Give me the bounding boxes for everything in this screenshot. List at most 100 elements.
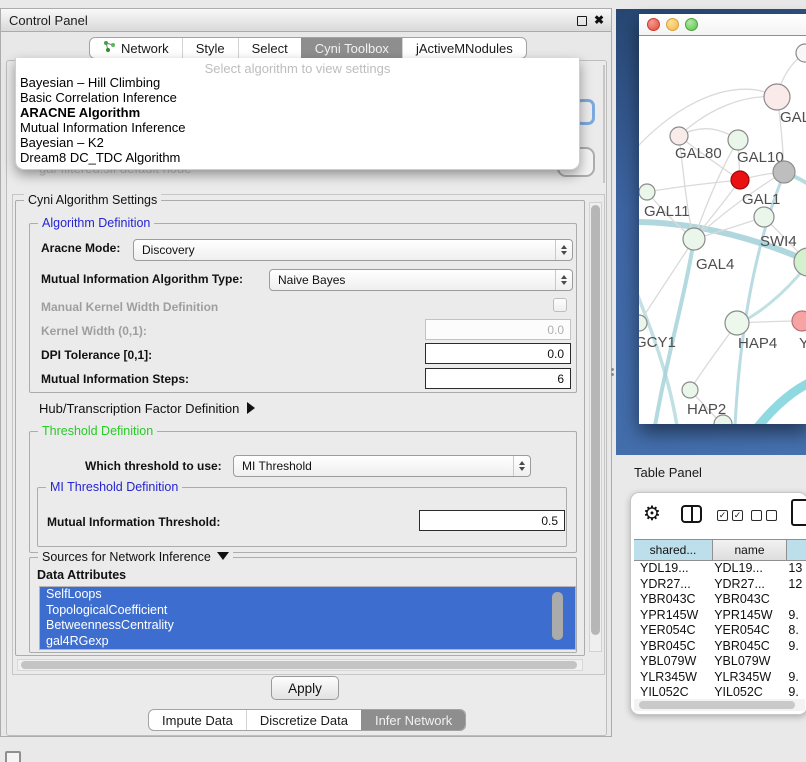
mi-type-combo[interactable]: Naive Bayes	[269, 269, 573, 291]
network-node[interactable]	[773, 161, 795, 183]
table-cell: YDR27...	[708, 577, 782, 593]
close-light-icon[interactable]	[647, 18, 660, 31]
tab-cyni-toolbox[interactable]: Cyni Toolbox	[301, 38, 402, 58]
tab-select[interactable]: Select	[238, 38, 301, 58]
screenshot-stage: Control Panel ✖ NetworkStyleSelectCyni T…	[0, 0, 806, 762]
column-header-a[interactable]: A	[787, 540, 806, 560]
algorithm-option-bayesian-k2[interactable]: Bayesian – K2	[16, 135, 579, 150]
checked-pair-icon[interactable]: ✓✓	[717, 510, 743, 521]
table-cell: YBL079W	[634, 654, 708, 670]
table-row[interactable]: YBR045CYBR045C9.	[634, 639, 806, 655]
mi-steps-field[interactable]: 6	[425, 368, 571, 389]
tab-impute-data[interactable]: Impute Data	[149, 710, 246, 730]
network-edge[interactable]	[639, 244, 691, 323]
algorithm-option-dream8-dc-tdc-algorithm[interactable]: Dream8 DC_TDC Algorithm	[16, 150, 579, 165]
hub-definition-toggle[interactable]: Hub/Transcription Factor Definition	[39, 401, 255, 416]
table-row[interactable]: YDL19...YDL19...13	[634, 561, 806, 577]
network-node-swi4[interactable]	[754, 207, 774, 227]
settings-gear-icon[interactable]: ⚙	[643, 501, 661, 526]
algorithm-option-bayesian-hill-climbing[interactable]: Bayesian – Hill Climbing	[16, 75, 579, 90]
algorithm-option-mutual-information-inference[interactable]: Mutual Information Inference	[16, 120, 579, 135]
table-row[interactable]: YDR27...YDR27...12	[634, 577, 806, 593]
network-node-gal10[interactable]	[728, 130, 748, 150]
dpi-tolerance-field[interactable]: 0.0	[425, 343, 571, 364]
document-icon[interactable]	[791, 499, 806, 526]
attribute-item-gal4rgexp[interactable]: gal4RGexp	[40, 634, 575, 650]
minimize-light-icon[interactable]	[666, 18, 679, 31]
network-node-y[interactable]	[792, 311, 806, 331]
manual-kernel-label: Manual Kernel Width Definition	[41, 300, 218, 314]
column-header-name[interactable]: name	[713, 540, 787, 560]
aracne-mode-combo[interactable]: Discovery	[133, 239, 573, 261]
column-header-shared[interactable]: shared...	[634, 540, 713, 560]
algorithm-dropdown-popup: Select algorithm to view settings Bayesi…	[15, 58, 580, 170]
table-row[interactable]: YBL079WYBL079W	[634, 654, 806, 670]
kernel-width-field[interactable]: 0.0	[425, 319, 571, 340]
kernel-width-label: Kernel Width (0,1):	[41, 324, 147, 338]
data-attributes-list[interactable]: SelfLoopsTopologicalCoefficientBetweenne…	[39, 586, 576, 650]
network-node-gal80[interactable]	[670, 127, 688, 145]
bottom-tabbar: Impute DataDiscretize DataInfer Network	[148, 709, 466, 731]
unchecked-pair-icon[interactable]	[751, 510, 777, 521]
list-scrollbar-thumb[interactable]	[552, 592, 563, 640]
table-cell: YIL052C	[634, 685, 708, 699]
table-cell: YLR345W	[708, 670, 782, 686]
network-node-gal4[interactable]	[683, 228, 705, 250]
mi-threshold-value: 0.5	[541, 514, 558, 528]
table-horizontal-scrollbar[interactable]	[634, 699, 805, 711]
mi-threshold-title: MI Threshold Definition	[46, 480, 182, 494]
network-node-hap2[interactable]	[682, 382, 698, 398]
settings-horizontal-scrollbar[interactable]	[17, 659, 583, 671]
attribute-item-selfloops[interactable]: SelfLoops	[40, 587, 575, 603]
algorithm-option-aracne-algorithm[interactable]: ARACNE Algorithm	[16, 105, 579, 120]
which-threshold-combo[interactable]: MI Threshold	[233, 455, 531, 477]
attribute-item-betweennesscentrality[interactable]: BetweennessCentrality	[40, 618, 575, 634]
network-node[interactable]	[794, 248, 806, 276]
table-row[interactable]: YER054CYER054C8.	[634, 623, 806, 639]
float-icon[interactable]	[577, 16, 587, 26]
manual-kernel-checkbox[interactable]	[553, 298, 567, 312]
mi-type-value: Naive Bayes	[278, 273, 555, 287]
network-edge[interactable]	[757, 374, 806, 424]
table-row[interactable]: YLR345WYLR345W9.	[634, 670, 806, 686]
hidden-groupbox-edge	[603, 65, 605, 183]
tab-jactivemnodules[interactable]: jActiveMNodules	[402, 38, 526, 58]
network-node-gal[interactable]	[764, 84, 790, 110]
table-row[interactable]: YPR145WYPR145W9.	[634, 608, 806, 624]
table-cell: YBR043C	[634, 592, 708, 608]
tab-infer-network[interactable]: Infer Network	[361, 710, 465, 730]
algorithm-option-list: Bayesian – Hill ClimbingBasic Correlatio…	[16, 75, 579, 165]
network-node-gal11[interactable]	[639, 184, 655, 200]
mi-steps-value: 6	[557, 372, 564, 386]
attribute-item-topologicalcoefficient[interactable]: TopologicalCoefficient	[40, 603, 575, 619]
tab-network[interactable]: Network	[90, 38, 182, 58]
threshold-definition-title: Threshold Definition	[38, 424, 157, 438]
table-rows: YDL19...YDL19...13YDR27...YDR27...12YBR0…	[634, 561, 806, 699]
network-node-hap4[interactable]	[725, 311, 749, 335]
node-label-gal11: GAL11	[644, 203, 690, 220]
tab-discretize-data[interactable]: Discretize Data	[246, 710, 361, 730]
tab-style[interactable]: Style	[182, 38, 238, 58]
split-columns-icon[interactable]	[681, 505, 702, 523]
panel-splitter-grip[interactable]	[610, 367, 615, 377]
table-cell: YDL19...	[708, 561, 782, 577]
algorithm-option-basic-correlation-inference[interactable]: Basic Correlation Inference	[16, 90, 579, 105]
node-label-y: Y	[799, 335, 806, 352]
node-label-gal4: GAL4	[696, 256, 734, 273]
network-edge[interactable]	[647, 180, 740, 192]
table-cell: YBL079W	[708, 654, 782, 670]
table-row[interactable]: YIL052CYIL052C9.	[634, 685, 806, 699]
zoom-light-icon[interactable]	[685, 18, 698, 31]
table-cell: YBR045C	[634, 639, 708, 655]
minimized-panel-icon[interactable]	[5, 751, 21, 762]
dpi-tolerance-value: 0.0	[547, 347, 564, 361]
mi-threshold-field[interactable]: 0.5	[419, 510, 565, 531]
aracne-mode-label: Aracne Mode:	[41, 241, 120, 255]
apply-button[interactable]: Apply	[271, 676, 339, 700]
network-node-gal1[interactable]	[731, 171, 749, 189]
settings-vertical-scrollbar[interactable]	[589, 202, 602, 652]
control-panel-title: Control Panel	[9, 13, 88, 28]
close-icon[interactable]: ✖	[594, 13, 604, 27]
table-row[interactable]: YBR043CYBR043C	[634, 592, 806, 608]
network-canvas[interactable]: GALGAL80GAL10GAL1SWI4GAL11GAL4GCY1HAP4YH…	[639, 36, 806, 424]
